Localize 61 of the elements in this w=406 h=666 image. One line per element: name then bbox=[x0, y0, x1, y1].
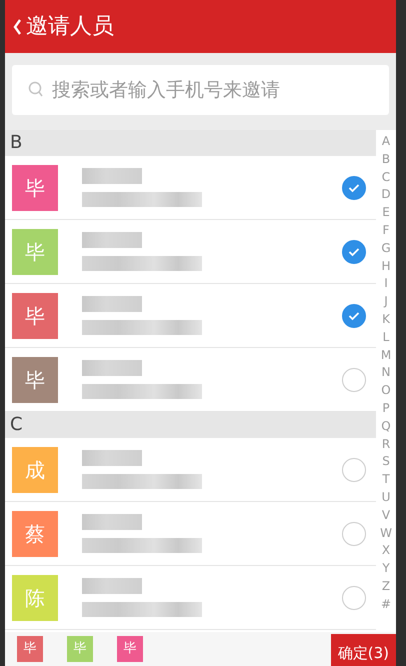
index-letter[interactable]: E bbox=[376, 204, 396, 222]
index-letter[interactable]: A bbox=[376, 133, 396, 151]
selected-avatar: 毕 bbox=[17, 636, 43, 662]
index-letter[interactable]: L bbox=[376, 328, 396, 347]
blurred-name bbox=[82, 360, 142, 376]
select-checkbox[interactable] bbox=[342, 368, 366, 392]
page-title: 邀请人员 bbox=[26, 13, 114, 41]
index-letter[interactable]: K bbox=[376, 310, 396, 329]
blurred-name bbox=[82, 232, 142, 248]
contact-avatar: 蔡 bbox=[12, 510, 58, 556]
contact-avatar: 毕 bbox=[12, 228, 58, 274]
index-letter[interactable]: Z bbox=[376, 578, 396, 596]
index-letter[interactable]: D bbox=[376, 186, 396, 204]
blurred-name bbox=[82, 514, 142, 530]
index-letter[interactable]: N bbox=[376, 364, 396, 382]
index-letter[interactable]: S bbox=[376, 453, 396, 472]
checkmark-icon bbox=[348, 182, 360, 192]
contact-avatar: 成 bbox=[12, 446, 58, 492]
contact-avatar: 毕 bbox=[12, 164, 58, 210]
select-checkbox[interactable] bbox=[342, 458, 366, 482]
section-letter: C bbox=[5, 412, 376, 438]
contact-avatar: 毕 bbox=[12, 292, 58, 338]
contact-avatar: 毕 bbox=[12, 356, 58, 402]
index-letter[interactable]: J bbox=[376, 293, 396, 311]
index-letter[interactable]: V bbox=[376, 506, 396, 525]
index-letter[interactable]: G bbox=[376, 240, 396, 258]
index-letter[interactable]: Q bbox=[376, 418, 396, 436]
index-letter[interactable]: T bbox=[376, 471, 396, 489]
select-checkbox[interactable] bbox=[342, 240, 366, 264]
index-letter[interactable]: I bbox=[376, 275, 396, 294]
select-checkbox[interactable] bbox=[342, 304, 366, 328]
index-letter[interactable]: U bbox=[376, 488, 396, 507]
search-field[interactable]: 搜索或者输入手机号来邀请 bbox=[12, 65, 389, 115]
index-letter[interactable]: R bbox=[376, 436, 396, 454]
contact-avatar: 陈 bbox=[12, 574, 58, 620]
blurred-name bbox=[82, 578, 142, 594]
index-letter[interactable]: O bbox=[376, 382, 396, 400]
section-letter: B bbox=[5, 130, 376, 156]
index-letter[interactable]: W bbox=[376, 524, 396, 542]
index-letter[interactable]: P bbox=[376, 400, 396, 418]
selected-avatar: 毕 bbox=[117, 636, 143, 662]
index-letter[interactable]: H bbox=[376, 258, 396, 276]
checkmark-icon bbox=[348, 246, 360, 256]
search-icon bbox=[28, 81, 44, 99]
select-checkbox[interactable] bbox=[342, 176, 366, 200]
blurred-name bbox=[82, 168, 142, 184]
selected-avatar: 毕 bbox=[67, 636, 93, 662]
index-letter[interactable]: # bbox=[376, 596, 396, 614]
blurred-name bbox=[82, 450, 142, 466]
blurred-name bbox=[82, 296, 142, 312]
index-letter[interactable]: X bbox=[376, 542, 396, 560]
select-checkbox[interactable] bbox=[342, 522, 366, 546]
checkmark-icon bbox=[348, 310, 360, 320]
index-letter[interactable]: M bbox=[376, 346, 396, 364]
index-letter[interactable]: B bbox=[376, 150, 396, 169]
select-checkbox[interactable] bbox=[342, 586, 366, 610]
back-icon[interactable] bbox=[13, 18, 22, 36]
index-letter[interactable]: Y bbox=[376, 560, 396, 578]
confirm-button[interactable]: 确定(3) bbox=[330, 634, 396, 666]
index-letter[interactable]: F bbox=[376, 222, 396, 240]
index-letter[interactable]: C bbox=[376, 168, 396, 186]
